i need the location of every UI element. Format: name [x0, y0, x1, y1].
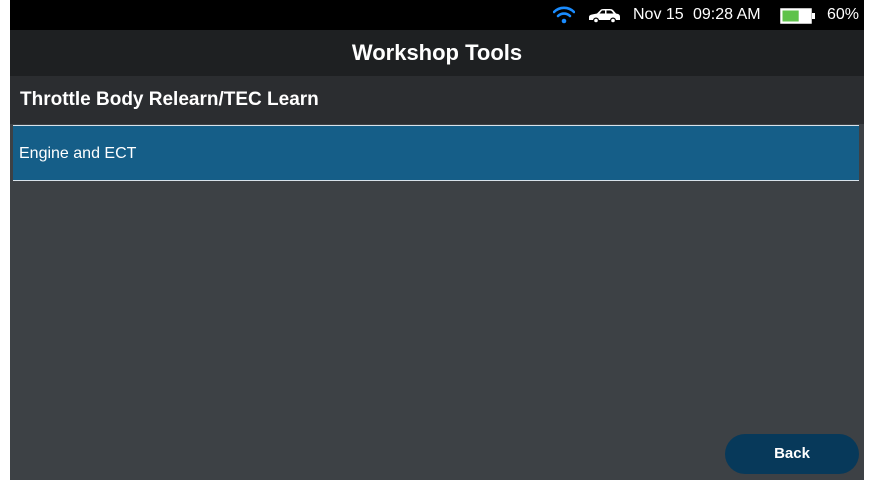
- battery-fill: [782, 10, 799, 22]
- status-bar: Nov 15 09:28 AM 60%: [10, 0, 864, 30]
- title-bar: Workshop Tools: [10, 30, 864, 76]
- page-title: Workshop Tools: [351, 40, 523, 65]
- list-item-engine-and-ect[interactable]: Engine and ECT: [13, 125, 859, 181]
- wifi-icon: [553, 6, 575, 24]
- list-item-label: Engine and ECT: [19, 145, 137, 162]
- status-time: 09:28 AM: [693, 6, 761, 23]
- function-title: Throttle Body Relearn/TEC Learn: [20, 89, 319, 110]
- battery-percent: 60%: [827, 6, 860, 23]
- function-header: Throttle Body Relearn/TEC Learn: [10, 76, 864, 124]
- app-screen: Nov 15 09:28 AM 60% Workshop Tools Throt…: [10, 0, 864, 480]
- option-list: Engine and ECT: [13, 125, 859, 181]
- back-button[interactable]: Back: [725, 434, 859, 474]
- battery-icon: [780, 8, 815, 24]
- status-date: Nov 15: [633, 6, 684, 23]
- car-icon: [589, 9, 620, 24]
